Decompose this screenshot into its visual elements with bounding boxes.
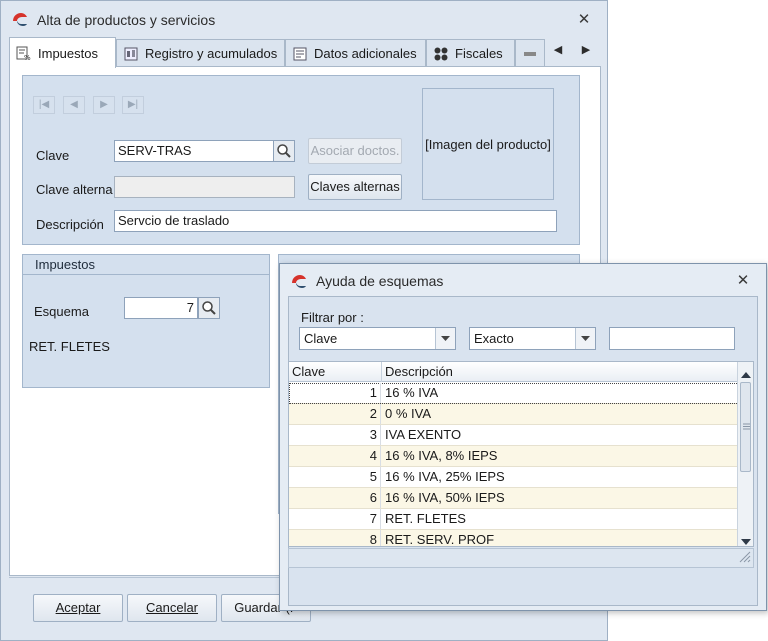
clave-label: Clave bbox=[36, 148, 70, 163]
cell-descripcion: 0 % IVA bbox=[385, 406, 432, 421]
scroll-up-icon[interactable] bbox=[741, 366, 751, 381]
cell-clave: 6 bbox=[289, 488, 381, 508]
additional-data-icon bbox=[292, 46, 308, 62]
resize-grip-icon[interactable] bbox=[737, 549, 751, 566]
cell-descripcion: 16 % IVA, 50% IEPS bbox=[385, 490, 505, 505]
filter-field-select[interactable]: Clave bbox=[299, 327, 456, 350]
filter-field-value: Clave bbox=[304, 331, 338, 346]
esquema-search-icon[interactable] bbox=[198, 297, 220, 319]
cell-descripcion: 16 % IVA bbox=[385, 385, 439, 400]
tab-registro-label: Registro y acumulados bbox=[145, 46, 278, 61]
filter-mode-value: Exacto bbox=[474, 331, 514, 346]
cell-clave: 5 bbox=[289, 467, 381, 487]
impuestos-group: Impuestos Esquema 7 RET. FLETES bbox=[22, 254, 270, 388]
tab-scroll-left-icon[interactable]: ◀ bbox=[551, 39, 565, 61]
tab-impuestos[interactable]: % Impuestos bbox=[9, 37, 116, 68]
column-header-descripcion[interactable]: Descripción bbox=[382, 362, 739, 382]
table-row[interactable]: 5 16 % IVA, 25% IEPS bbox=[289, 467, 739, 488]
filter-mode-chevron-down-icon[interactable] bbox=[575, 328, 595, 349]
scroll-thumb[interactable] bbox=[740, 382, 751, 472]
cell-clave: 7 bbox=[289, 509, 381, 529]
tab-more-partial[interactable] bbox=[515, 39, 545, 67]
fiscal-icon bbox=[433, 46, 449, 62]
tab-fiscales-label: Fiscales bbox=[455, 46, 503, 61]
previous-record-icon[interactable]: ◀ bbox=[63, 96, 85, 114]
product-image-placeholder[interactable]: [Imagen del producto] bbox=[422, 88, 554, 200]
tab-impuestos-label: Impuestos bbox=[38, 45, 98, 61]
first-record-icon[interactable]: |◀ bbox=[33, 96, 55, 114]
cell-descripcion: 16 % IVA, 25% IEPS bbox=[385, 469, 505, 484]
partial-tab-icon bbox=[522, 46, 538, 62]
app-logo-icon bbox=[11, 10, 29, 28]
aceptar-label: Aceptar bbox=[55, 600, 101, 615]
cell-clave: 4 bbox=[289, 446, 381, 466]
esquemas-dialog: Ayuda de esquemas ✕ Filtrar por : Clave … bbox=[279, 263, 767, 611]
filter-text-input[interactable] bbox=[609, 327, 735, 350]
tax-icon: % bbox=[16, 45, 32, 62]
cell-clave: 8 bbox=[289, 530, 381, 546]
table-row[interactable]: 1 16 % IVA bbox=[289, 383, 739, 404]
impuestos-group-title: Impuestos bbox=[23, 255, 269, 275]
aceptar-button[interactable]: Aceptar bbox=[33, 594, 123, 622]
dialog-app-logo-icon bbox=[290, 272, 308, 290]
cancelar-label: Cancelar bbox=[145, 600, 199, 615]
main-titlebar[interactable]: Alta de productos y servicios ✕ bbox=[1, 1, 607, 35]
product-panel: |◀ ◀ ▶ ▶| Clave SERV-TRAS Asociar doctos… bbox=[22, 75, 580, 245]
cell-clave: 3 bbox=[289, 425, 381, 445]
registry-icon bbox=[123, 46, 139, 62]
main-close-icon[interactable]: ✕ bbox=[575, 12, 593, 28]
last-record-icon[interactable]: ▶| bbox=[122, 96, 144, 114]
cell-descripcion: 16 % IVA, 8% IEPS bbox=[385, 448, 498, 463]
table-row[interactable]: 3 IVA EXENTO bbox=[289, 425, 739, 446]
clave-alterna-label: Clave alterna bbox=[36, 182, 113, 197]
tab-datos-adicionales[interactable]: Datos adicionales bbox=[285, 39, 426, 67]
dialog-close-icon[interactable]: ✕ bbox=[734, 273, 752, 289]
claves-alternas-button[interactable]: Claves alternas bbox=[308, 174, 402, 200]
clave-alterna-input[interactable] bbox=[114, 176, 295, 198]
svg-text:%: % bbox=[24, 54, 31, 61]
tab-strip: % Impuestos Registro y acumulados Datos … bbox=[9, 37, 601, 68]
table-row[interactable]: 7 RET. FLETES bbox=[289, 509, 739, 530]
dialog-status-strip bbox=[288, 548, 754, 568]
descripcion-label: Descripción bbox=[36, 217, 104, 232]
tab-scroll-right-icon[interactable]: ▶ bbox=[579, 39, 593, 61]
next-record-icon[interactable]: ▶ bbox=[93, 96, 115, 114]
clave-input[interactable]: SERV-TRAS bbox=[114, 140, 274, 162]
table-row[interactable]: 4 16 % IVA, 8% IEPS bbox=[289, 446, 739, 467]
table-row[interactable]: 2 0 % IVA bbox=[289, 404, 739, 425]
filter-label: Filtrar por : bbox=[301, 310, 364, 325]
esquema-name-text: RET. FLETES bbox=[29, 339, 110, 354]
table-row[interactable]: 6 16 % IVA, 50% IEPS bbox=[289, 488, 739, 509]
filter-mode-select[interactable]: Exacto bbox=[469, 327, 596, 350]
main-window-title: Alta de productos y servicios bbox=[37, 12, 216, 28]
table-row[interactable]: 8 RET. SERV. PROF bbox=[289, 530, 739, 547]
cell-descripcion: IVA EXENTO bbox=[385, 427, 462, 442]
descripcion-input[interactable]: Servcio de traslado bbox=[114, 210, 557, 232]
dialog-title: Ayuda de esquemas bbox=[316, 273, 444, 289]
esquema-input[interactable]: 7 bbox=[124, 297, 198, 319]
tab-datos-label: Datos adicionales bbox=[314, 46, 417, 61]
filter-field-chevron-down-icon[interactable] bbox=[435, 328, 455, 349]
scroll-down-icon[interactable] bbox=[741, 534, 751, 546]
cell-clave: 1 bbox=[289, 383, 381, 403]
esquemas-grid: Clave Descripción 1 16 % IVA 2 0 % IVA 3… bbox=[288, 361, 754, 547]
asociar-doctos-button[interactable]: Asociar doctos. bbox=[308, 138, 402, 164]
cell-clave: 2 bbox=[289, 404, 381, 424]
column-header-clave[interactable]: Clave bbox=[289, 362, 382, 382]
cancelar-button[interactable]: Cancelar bbox=[127, 594, 217, 622]
cell-descripcion: RET. SERV. PROF bbox=[385, 532, 495, 547]
clave-search-icon[interactable] bbox=[273, 140, 295, 162]
dialog-titlebar[interactable]: Ayuda de esquemas ✕ bbox=[280, 264, 766, 294]
esquema-label: Esquema bbox=[34, 304, 89, 319]
grid-header: Clave Descripción bbox=[289, 362, 739, 382]
cell-descripcion: RET. FLETES bbox=[385, 511, 466, 526]
tab-fiscales[interactable]: Fiscales bbox=[426, 39, 515, 67]
tab-registro[interactable]: Registro y acumulados bbox=[116, 39, 285, 67]
grid-vertical-scrollbar[interactable] bbox=[737, 362, 753, 546]
